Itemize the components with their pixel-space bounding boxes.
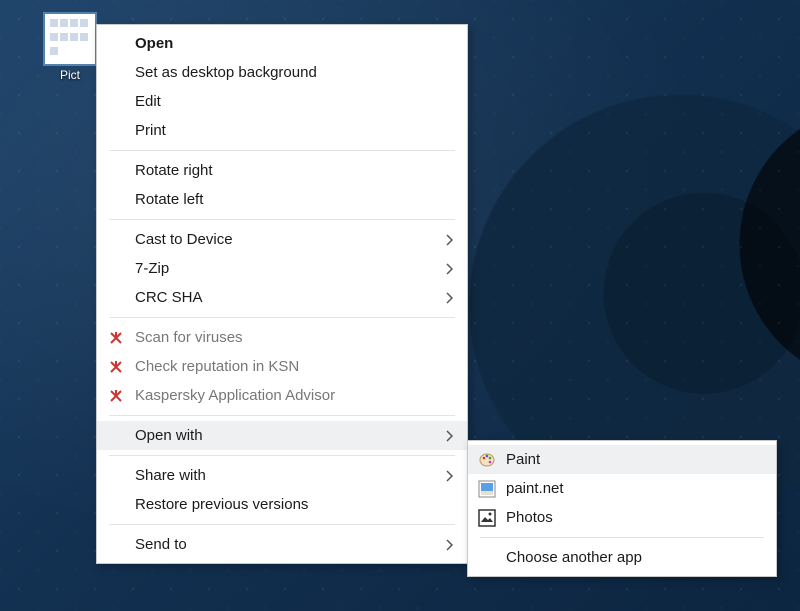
photos-icon [478,509,496,527]
separator [109,455,455,456]
menu-ksn-label: Check reputation in KSN [135,358,299,375]
menu-edit-label: Edit [135,93,161,110]
separator [109,150,455,151]
menu-open-label: Open [135,35,173,52]
menu-7zip-label: 7-Zip [135,260,169,277]
menu-rotate-right-label: Rotate right [135,162,213,179]
paintnet-icon [478,480,496,498]
menu-rotate-right[interactable]: Rotate right [97,156,467,185]
menu-open-with[interactable]: Open with [97,421,467,450]
desktop-file-icon[interactable]: Pict [38,14,102,82]
menu-share-label: Share with [135,467,206,484]
file-label: Pict [38,68,102,82]
submenu-paintnet[interactable]: paint.net [468,474,776,503]
separator [109,219,455,220]
separator [109,524,455,525]
file-thumbnail [45,14,95,64]
kaspersky-icon [107,329,125,347]
chevron-right-icon [446,430,453,442]
chevron-right-icon [446,292,453,304]
menu-set-desktop-background[interactable]: Set as desktop background [97,58,467,87]
separator [109,317,455,318]
menu-edit[interactable]: Edit [97,87,467,116]
menu-kaspersky-advisor[interactable]: Kaspersky Application Advisor [97,381,467,410]
submenu-paint-label: Paint [506,451,540,468]
menu-cast-label: Cast to Device [135,231,233,248]
menu-send-to-label: Send to [135,536,187,553]
menu-restore-label: Restore previous versions [135,496,308,513]
submenu-choose-label: Choose another app [506,549,642,566]
submenu-photos[interactable]: Photos [468,503,776,532]
menu-send-to[interactable]: Send to [97,530,467,559]
menu-rotate-left[interactable]: Rotate left [97,185,467,214]
chevron-right-icon [446,470,453,482]
open-with-submenu: Paint paint.net Photos Choose another ap… [467,440,777,577]
kaspersky-icon [107,358,125,376]
submenu-photos-label: Photos [506,509,553,526]
chevron-right-icon [446,234,453,246]
menu-open[interactable]: Open [97,29,467,58]
separator [480,537,764,538]
submenu-choose-another-app[interactable]: Choose another app [468,543,776,572]
menu-cast-to-device[interactable]: Cast to Device [97,225,467,254]
menu-rotate-left-label: Rotate left [135,191,203,208]
menu-print-label: Print [135,122,166,139]
menu-kadvisor-label: Kaspersky Application Advisor [135,387,335,404]
menu-7zip[interactable]: 7-Zip [97,254,467,283]
menu-print[interactable]: Print [97,116,467,145]
submenu-paintnet-label: paint.net [506,480,564,497]
menu-crc-sha[interactable]: CRC SHA [97,283,467,312]
menu-set-bg-label: Set as desktop background [135,64,317,81]
chevron-right-icon [446,263,453,275]
menu-open-with-label: Open with [135,427,203,444]
separator [109,415,455,416]
menu-scan-viruses[interactable]: Scan for viruses [97,323,467,352]
menu-restore-versions[interactable]: Restore previous versions [97,490,467,519]
submenu-paint[interactable]: Paint [468,445,776,474]
chevron-right-icon [446,539,453,551]
context-menu: Open Set as desktop background Edit Prin… [96,24,468,564]
paint-icon [478,451,496,469]
menu-scan-label: Scan for viruses [135,329,243,346]
menu-check-ksn[interactable]: Check reputation in KSN [97,352,467,381]
menu-crc-label: CRC SHA [135,289,203,306]
kaspersky-icon [107,387,125,405]
menu-share-with[interactable]: Share with [97,461,467,490]
